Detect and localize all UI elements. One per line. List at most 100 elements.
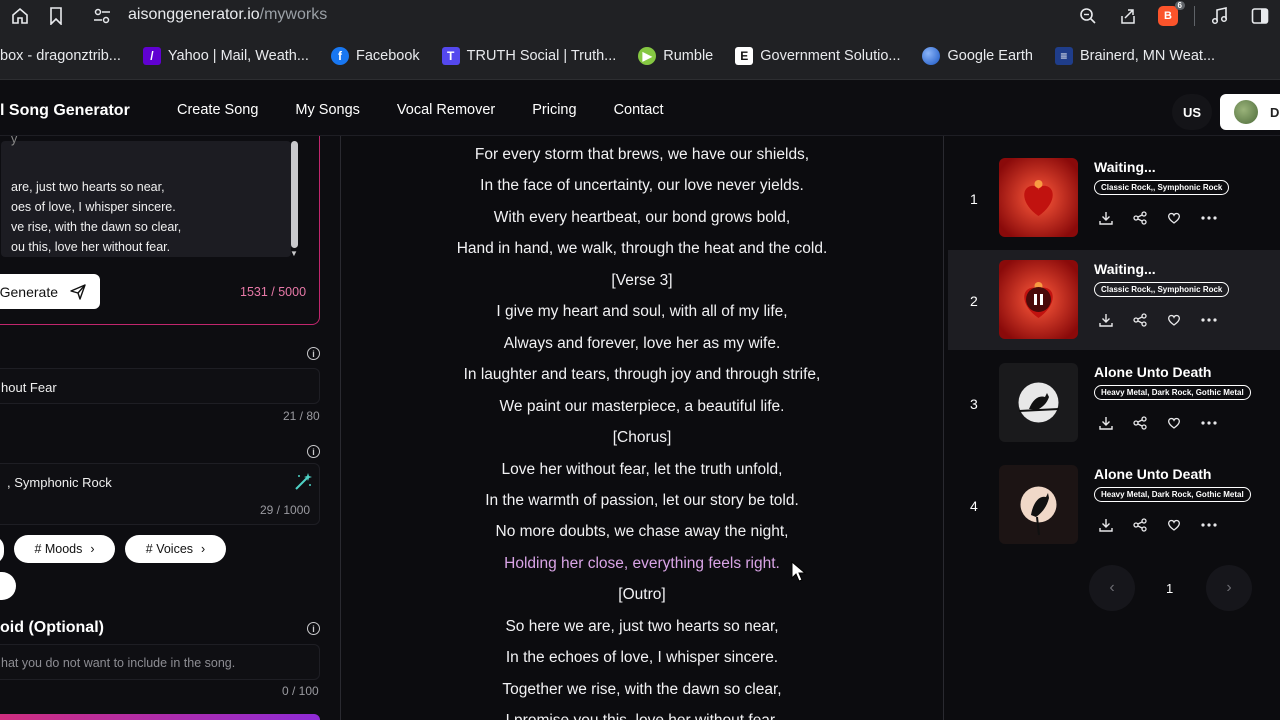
title-input[interactable]: hout Fear (0, 368, 320, 404)
title-char-count: 21 / 80 (283, 409, 320, 423)
weather-channel-icon: ≡ (1054, 46, 1073, 65)
song-title[interactable]: Waiting... (1094, 261, 1156, 277)
share-icon[interactable] (1133, 518, 1167, 532)
media-icon[interactable] (1200, 0, 1240, 32)
share-icon[interactable] (1133, 211, 1167, 225)
share-icon[interactable] (1133, 415, 1167, 430)
download-icon[interactable] (1099, 518, 1133, 532)
brave-badge: 6 (1174, 1, 1185, 10)
main-nav: Create Song My Songs Vocal Remover Prici… (177, 102, 701, 118)
heart-icon[interactable] (1167, 313, 1201, 327)
language-switcher[interactable]: US (1172, 94, 1212, 130)
sidebar-toggle-icon[interactable] (1240, 0, 1280, 32)
lyrics-line: Always and forever, love her as my wife. (503, 334, 781, 352)
nav-vocal-remover[interactable]: Vocal Remover (397, 102, 495, 118)
song-cover-art[interactable] (999, 260, 1078, 340)
generate-button[interactable]: Generate (0, 274, 100, 309)
lyrics-scrollbar[interactable]: ▼ (290, 141, 300, 258)
song-title[interactable]: Waiting... (1094, 159, 1156, 175)
share-icon[interactable] (1133, 313, 1167, 327)
moods-chip[interactable]: # Moods › (14, 535, 115, 563)
magic-wand-icon[interactable] (293, 472, 313, 492)
song-title[interactable]: Alone Unto Death (1094, 364, 1211, 380)
more-options-icon[interactable] (1201, 416, 1235, 430)
song-row[interactable]: 2 Waiting... Classic Rock,, Symphonic Rock (948, 250, 1280, 351)
lyrics-line: So here we are, just two hearts so near, (505, 617, 779, 635)
browser-toolbar: aisonggenerator.io/myworks B6 (0, 0, 1280, 32)
account-button[interactable]: D (1220, 94, 1280, 130)
nav-contact[interactable]: Contact (614, 102, 664, 118)
heart-icon[interactable] (1167, 518, 1201, 532)
avoid-char-count: 0 / 100 (282, 684, 319, 698)
zoom-icon[interactable] (1068, 0, 1108, 32)
lyrics-line: In the echoes of love, I whisper sincere… (505, 649, 779, 667)
address-bar[interactable]: aisonggenerator.io/myworks (128, 6, 327, 24)
url-host: aisonggenerator.io (128, 6, 260, 23)
site-settings-icon[interactable] (84, 0, 120, 32)
song-list: 1 Waiting... Classic Rock,, Symphonic Rock… (945, 136, 1280, 720)
brand-logo[interactable]: l Song Generator (0, 102, 130, 120)
song-row[interactable]: 4 Alone Unto Death Heavy Metal, Dark Rock,… (948, 455, 1280, 555)
info-icon[interactable]: i (307, 347, 320, 360)
song-row[interactable]: 3 Alone Unto Death Heavy Metal, Dark Rock,… (948, 353, 1280, 453)
lyrics-char-count: 1531 / 5000 (240, 285, 307, 299)
bookmark-label: Facebook (355, 47, 420, 64)
lyrics-line: In laughter and tears, through joy and t… (463, 366, 821, 384)
scrollbar-thumb[interactable] (291, 141, 298, 248)
song-cover-art[interactable] (999, 362, 1078, 442)
more-options-icon[interactable] (1201, 211, 1235, 225)
bookmark-item[interactable]: f Facebook (330, 46, 420, 65)
bookmark-label: box - dragonztrib... (0, 47, 121, 64)
song-title[interactable]: Alone Unto Death (1094, 466, 1211, 482)
download-icon[interactable] (1099, 211, 1133, 225)
song-style-tag: Heavy Metal, Dark Rock, Gothic Metal (1094, 486, 1251, 502)
song-style-tag: Classic Rock,, Symphonic Rock (1094, 282, 1230, 298)
lyrics-display: For every storm that brews, we have our … (340, 136, 944, 720)
bookmark-item[interactable]: ≡ Brainerd, MN Weat... (1054, 46, 1215, 65)
nav-create-song[interactable]: Create Song (177, 102, 258, 118)
song-cover-art[interactable] (999, 464, 1078, 544)
prev-page-button[interactable]: ‹ (1089, 565, 1135, 611)
download-icon[interactable] (1099, 313, 1133, 327)
bookmark-item[interactable]: ▶ Rumble (638, 46, 713, 65)
song-style-tag: Heavy Metal, Dark Rock, Gothic Metal (1094, 384, 1251, 400)
bookmark-item[interactable]: / Yahoo | Mail, Weath... (142, 46, 309, 65)
brave-shields-icon[interactable]: B6 (1148, 0, 1188, 32)
nav-my-songs[interactable]: My Songs (295, 102, 359, 118)
download-icon[interactable] (1099, 416, 1133, 430)
bookmark-item[interactable]: T TRUTH Social | Truth... (441, 46, 616, 65)
chip-partial-toggle[interactable] (0, 572, 16, 600)
lyrics-line: [Outro] (618, 586, 666, 604)
bookmark-item[interactable]: E Government Solutio... (735, 46, 900, 65)
avoid-input[interactable]: hat you do not want to include in the so… (0, 644, 320, 680)
bookmark-item[interactable]: Google Earth (922, 46, 1033, 65)
scroll-down-arrow-icon[interactable]: ▼ (290, 249, 298, 258)
more-options-icon[interactable] (1201, 518, 1235, 532)
current-page-number[interactable]: 1 (1166, 581, 1173, 596)
song-cover-art[interactable] (999, 158, 1078, 237)
create-form-panel: y are, just two hearts so near, oes of l… (0, 136, 340, 720)
song-number: 2 (970, 293, 978, 310)
song-number: 1 (970, 191, 978, 207)
avoid-section-title: oid (Optional) (0, 619, 104, 636)
info-icon[interactable]: i (307, 622, 320, 635)
lyrics-textarea[interactable]: y are, just two hearts so near, oes of l… (1, 136, 298, 258)
share-icon[interactable] (1108, 0, 1148, 32)
song-row[interactable]: 1 Waiting... Classic Rock,, Symphonic Rock (948, 148, 1280, 248)
song-number: 4 (970, 497, 978, 514)
heart-icon[interactable] (1167, 211, 1201, 225)
bookmark-item[interactable]: box - dragonztrib... (0, 48, 121, 64)
heart-icon[interactable] (1167, 416, 1201, 430)
voices-label: # Voices (145, 542, 194, 556)
home-icon[interactable] (2, 0, 38, 32)
facebook-icon: f (330, 46, 349, 65)
next-page-button[interactable]: › (1206, 565, 1252, 611)
info-icon[interactable]: i (307, 445, 320, 458)
nav-pricing[interactable]: Pricing (532, 102, 576, 118)
submit-button[interactable] (0, 714, 320, 720)
more-options-icon[interactable] (1201, 313, 1235, 327)
bookmark-icon[interactable] (38, 0, 74, 32)
voices-chip[interactable]: # Voices › (125, 535, 226, 563)
chip-partial[interactable] (0, 536, 4, 564)
lyrics-line: Together we rise, with the dawn so clear… (502, 680, 782, 698)
